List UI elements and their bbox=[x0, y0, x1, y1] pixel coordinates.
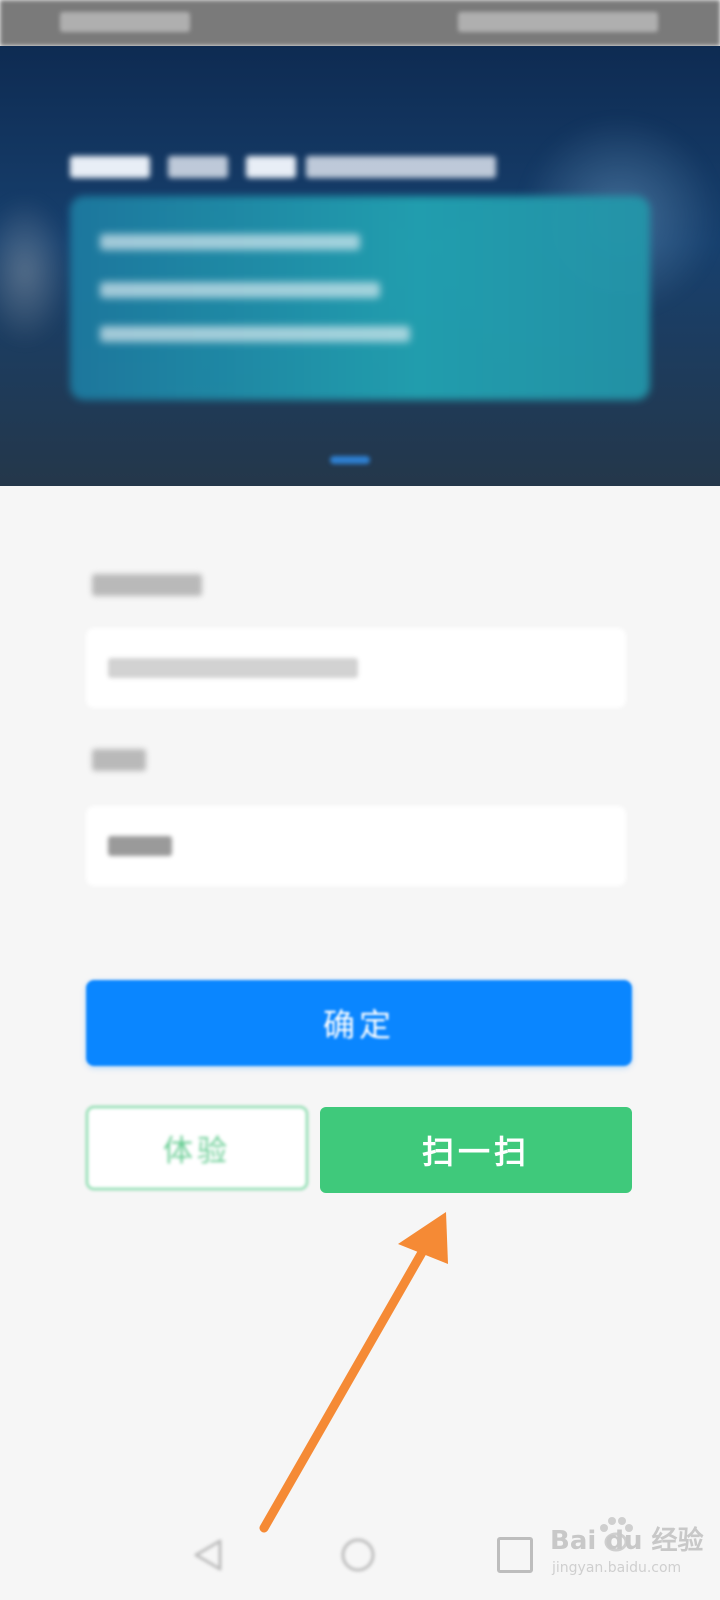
status-bar bbox=[0, 0, 720, 46]
watermark-text: Bai du 经验 bbox=[550, 1526, 704, 1556]
port-input-value bbox=[108, 836, 172, 856]
status-bar-left-info bbox=[60, 12, 190, 32]
banner-decoration-left bbox=[0, 196, 70, 346]
confirm-button[interactable]: 确定 bbox=[86, 980, 632, 1066]
port-field-label bbox=[92, 745, 146, 775]
port-input-field[interactable] bbox=[86, 806, 626, 886]
carousel-indicator bbox=[330, 456, 390, 468]
scan-button[interactable]: 扫一扫 bbox=[320, 1107, 632, 1193]
status-bar-right-info bbox=[458, 12, 658, 32]
home-icon[interactable] bbox=[338, 1535, 378, 1575]
annotation-arrow bbox=[259, 1212, 448, 1533]
promo-banner[interactable] bbox=[0, 46, 720, 486]
banner-title bbox=[70, 146, 530, 186]
recent-apps-icon[interactable] bbox=[497, 1537, 533, 1573]
trial-button[interactable]: 体验 bbox=[86, 1106, 308, 1190]
banner-feature-list bbox=[70, 196, 650, 400]
first-field-label bbox=[92, 570, 202, 600]
watermark-url: jingyan.baidu.com bbox=[552, 1560, 682, 1576]
back-icon[interactable] bbox=[188, 1535, 228, 1575]
first-input-field[interactable] bbox=[86, 628, 626, 708]
baidu-jingyan-watermark: Bai du 经验 jingyan.baidu.com bbox=[550, 1516, 710, 1586]
first-input-placeholder bbox=[108, 658, 358, 678]
